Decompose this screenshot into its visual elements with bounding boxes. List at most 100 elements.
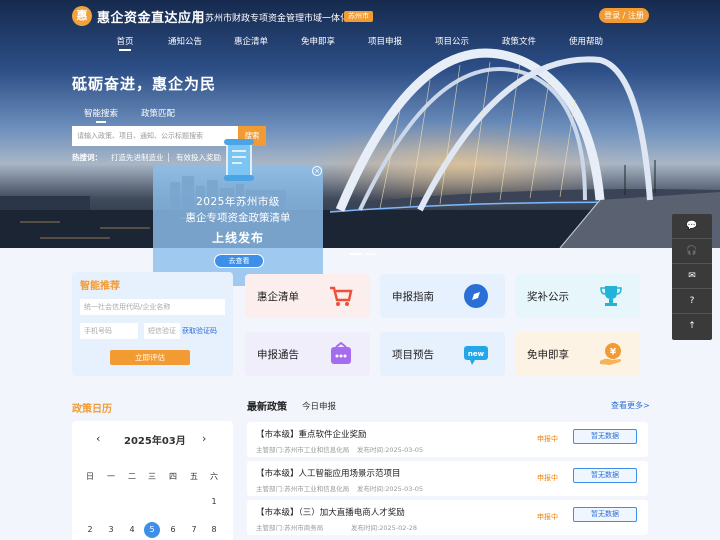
calendar-day[interactable]: 4 [124, 522, 140, 538]
calendar-month: 2025年03月 [124, 436, 186, 447]
service-icon[interactable]: 🎧 [672, 239, 712, 264]
phone-input[interactable]: 手机号码 [80, 323, 138, 339]
view-more-link[interactable]: 查看更多> [611, 400, 650, 411]
tile-label: 申报指南 [392, 291, 434, 303]
policy-title[interactable]: 【市本级】重点软件企业奖励 [256, 428, 367, 440]
chat-icon[interactable]: 💬 [672, 214, 712, 239]
tile-label: 免申即享 [527, 349, 569, 361]
weekday-label: 五 [190, 472, 198, 481]
policy-dept: 主管部门:苏州市工业和信息化局 [256, 446, 350, 454]
next-month-button[interactable]: › [202, 432, 206, 445]
title-divider [196, 10, 197, 23]
policy-row[interactable]: 【市本级】人工智能应用场景示范项目 主管部门:苏州市工业和信息化局 发布时间:2… [247, 461, 648, 496]
trophy-icon [600, 286, 622, 306]
tab-smart-search[interactable]: 智能搜索 [84, 107, 118, 123]
coin-hand-icon: ¥ [600, 343, 621, 365]
weekday-label: 日 [86, 472, 94, 481]
top-bar: 惠 惠企资金直达应用 苏州市财政专项资金管理市域一体化 苏州市 登录 / 注册 [0, 0, 720, 32]
scroll-document-icon [224, 139, 254, 181]
policy-row[interactable]: 【市本级】重点软件企业奖励 主管部门:苏州市工业和信息化局 发布时间:2025-… [247, 422, 648, 457]
weekday-label: 六 [210, 472, 218, 481]
calendar-day[interactable]: 7 [186, 522, 202, 538]
policy-dept: 主管部门:苏州市工业和信息化局 [256, 485, 350, 493]
popup-view-button[interactable]: 去查看 [214, 254, 264, 268]
tile-benefit-list[interactable]: 惠企清单 [245, 274, 370, 318]
policy-title[interactable]: 【市本级】人工智能应用场景示范项目 [256, 467, 401, 479]
carousel-dot[interactable] [365, 253, 377, 255]
policy-title[interactable]: 【市本级】（三）加大直播电商人才奖励 [256, 506, 405, 518]
evaluate-button[interactable]: 立即评估 [110, 350, 190, 365]
city-selector[interactable]: 苏州市 [344, 11, 373, 22]
tile-project-preview[interactable]: 项目预告 new [380, 332, 505, 376]
policy-calendar: ‹ 2025年03月 › 日 一 二 三 四 五 六 1 2 3 4 5 6 7… [72, 421, 233, 540]
hot-word-link[interactable]: 有效投入奖励 [176, 152, 221, 163]
weekday-label: 一 [107, 472, 115, 481]
nav-item-notices[interactable]: 通知公告 [164, 33, 206, 51]
cart-icon [330, 286, 353, 306]
app-logo[interactable]: 惠 [72, 6, 92, 26]
calendar-day[interactable]: 3 [103, 522, 119, 538]
smart-recommend-title: 智能推荐 [80, 281, 120, 292]
search-input[interactable]: 请输入政策、项目、通知、公示标题搜索 [72, 126, 238, 146]
help-icon[interactable]: ? [672, 289, 712, 314]
tile-label: 惠企清单 [257, 291, 299, 303]
calendar-day[interactable]: 8 [206, 522, 222, 538]
tile-label: 奖补公示 [527, 291, 569, 303]
popup-line-2: 惠企专项资金政策清单 [185, 212, 291, 224]
side-toolbar: 💬 🎧 ✉ ? ↑ [672, 214, 712, 340]
no-data-button[interactable]: 暂无数据 [573, 468, 637, 483]
tab-latest-policy[interactable]: 最新政策 [247, 398, 287, 413]
app-subtitle: 苏州市财政专项资金管理市域一体化 [205, 14, 350, 24]
main-nav: 首页 通知公告 惠企清单 免申即享 项目申报 项目公示 政策文件 使用帮助 [0, 33, 720, 51]
tile-label: 申报通告 [257, 349, 299, 361]
tab-today-apply[interactable]: 今日申报 [302, 400, 336, 412]
calendar-section-title: 政策日历 [72, 404, 112, 415]
policy-row[interactable]: 【市本级】（三）加大直播电商人才奖励 主管部门:苏州市商务局 发布时间:2025… [247, 500, 648, 535]
svg-text:¥: ¥ [610, 348, 617, 358]
smart-recommend-panel: 智能推荐 统一社会信用代码/企业名称 手机号码 短信验证 获取验证码 立即评估 [72, 272, 233, 376]
calendar-day-today[interactable]: 5 [144, 522, 160, 538]
credit-code-input[interactable]: 统一社会信用代码/企业名称 [80, 299, 225, 315]
nav-item-project-publicity[interactable]: 项目公示 [431, 33, 473, 51]
tile-award-publicity[interactable]: 奖补公示 [515, 274, 640, 318]
hot-words-label: 热搜词： [72, 153, 102, 162]
tile-auto-benefit[interactable]: 免申即享 ¥ [515, 332, 640, 376]
compass-icon [464, 284, 488, 308]
policy-date: 发布时间:2025-03-05 [357, 446, 423, 454]
policy-date: 发布时间:2025-02-28 [351, 524, 417, 532]
calendar-day[interactable]: 2 [82, 522, 98, 538]
no-data-button[interactable]: 暂无数据 [573, 429, 637, 444]
nav-item-benefit-list[interactable]: 惠企清单 [230, 33, 272, 51]
sms-code-input[interactable]: 短信验证 [144, 323, 180, 339]
promo-popup: × 2025年苏州市级 惠企专项资金政策清单 上线发布 去查看 [153, 139, 323, 286]
tab-policy-match[interactable]: 政策匹配 [141, 107, 175, 119]
notice-icon [331, 341, 351, 364]
nav-item-project-apply[interactable]: 项目申报 [364, 33, 406, 51]
popup-line-1: 2025年苏州市级 [196, 196, 280, 208]
status-badge: 申报中 [537, 474, 558, 482]
login-register-button[interactable]: 登录 / 注册 [599, 8, 649, 23]
calendar-day[interactable]: 6 [165, 522, 181, 538]
no-data-button[interactable]: 暂无数据 [573, 507, 637, 522]
tile-label: 项目预告 [392, 349, 434, 361]
back-to-top-icon[interactable]: ↑ [672, 314, 712, 339]
weekday-label: 二 [128, 472, 136, 481]
nav-item-home[interactable]: 首页 [110, 33, 140, 51]
nav-item-auto-benefit[interactable]: 免申即享 [297, 33, 339, 51]
nav-item-help[interactable]: 使用帮助 [565, 33, 607, 51]
get-code-button[interactable]: 获取验证码 [182, 326, 217, 336]
hero-slogan: 砥砺奋进，惠企为民 [72, 75, 217, 93]
prev-month-button[interactable]: ‹ [96, 432, 100, 445]
popup-line-3: 上线发布 [211, 231, 264, 245]
calendar-day[interactable]: 1 [206, 494, 222, 510]
tile-apply-guide[interactable]: 申报指南 [380, 274, 505, 318]
tile-apply-notice[interactable]: 申报通告 [245, 332, 370, 376]
weekday-label: 三 [148, 472, 156, 481]
app-title[interactable]: 惠企资金直达应用 [97, 7, 205, 26]
carousel-dot[interactable] [350, 253, 362, 255]
close-icon[interactable]: × [312, 166, 322, 176]
message-icon[interactable]: ✉ [672, 264, 712, 289]
hot-word-link[interactable]: 打造先进制造业 [111, 152, 164, 163]
nav-item-policy-docs[interactable]: 政策文件 [498, 33, 540, 51]
policy-dept: 主管部门:苏州市商务局 [256, 524, 324, 532]
